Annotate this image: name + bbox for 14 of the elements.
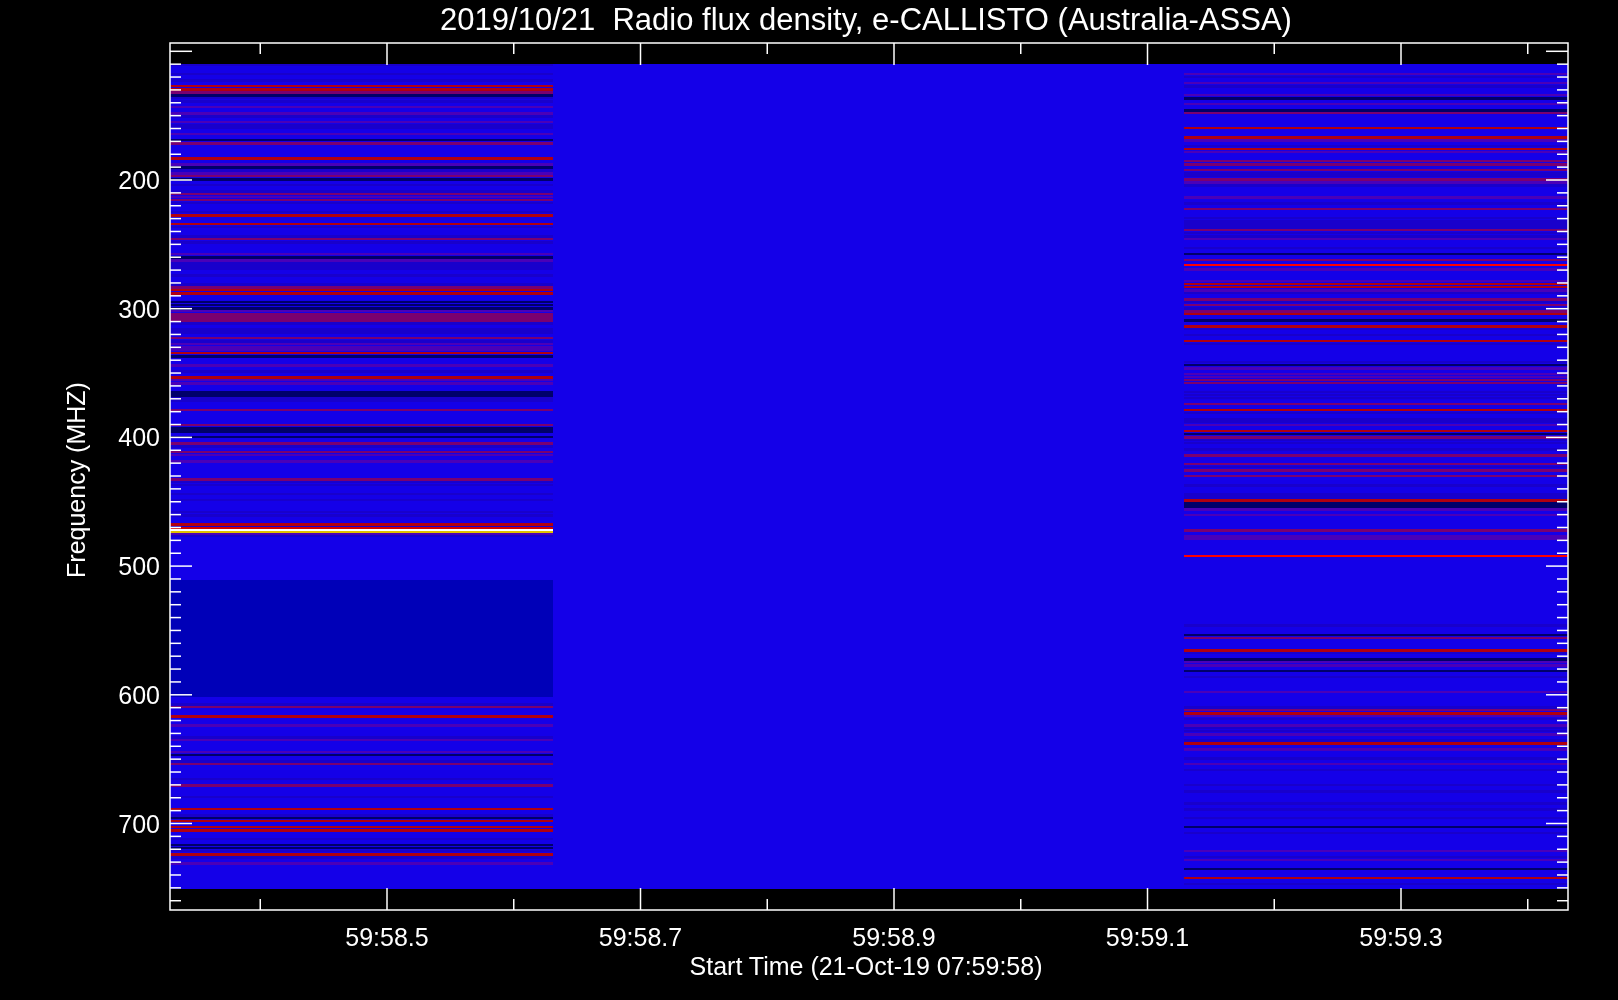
y-tick-label: 600: [118, 680, 160, 709]
y-tick-label: 300: [118, 294, 160, 323]
plot-title: 2019/10/21 Radio flux density, e-CALLISTO (Australia-ASSA): [440, 2, 1292, 37]
y-tick-label: 700: [118, 809, 160, 838]
x-axis-label: Start Time (21-Oct-19 07:59:58): [689, 952, 1043, 980]
x-tick-label: 59:59.3: [1359, 923, 1443, 951]
y-axis-label: Frequency (MHZ): [62, 382, 90, 578]
y-tick-label: 500: [118, 552, 160, 581]
x-tick-label: 59:58.7: [598, 923, 683, 951]
x-tick-label: 59:58.5: [345, 923, 429, 951]
x-tick-label: 59:58.9: [852, 923, 936, 951]
y-tick-label: 200: [118, 166, 160, 194]
x-tick-label: 59:59.1: [1105, 923, 1190, 951]
y-tick-label: 400: [118, 423, 160, 452]
